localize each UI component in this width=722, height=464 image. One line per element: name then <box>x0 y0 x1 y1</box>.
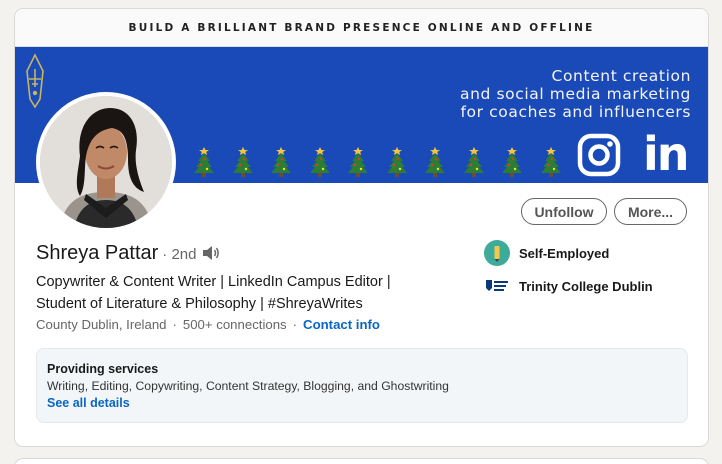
avatar[interactable] <box>36 92 176 232</box>
banner-line-3: for coaches and influencers <box>460 103 691 121</box>
connections-count[interactable]: 500+ connections <box>183 317 287 332</box>
sidebar-item-label: Self-Employed <box>519 245 610 261</box>
christmas-tree-icon <box>194 147 214 177</box>
profile-card: BUILD A BRILLIANT BRAND PRESENCE ONLINE … <box>15 9 708 446</box>
sidebar-item-self-employed[interactable]: Self-Employed <box>484 240 609 266</box>
linkedin-icon: in <box>643 127 689 181</box>
see-all-details-link[interactable]: See all details <box>47 396 677 410</box>
more-button[interactable]: More... <box>614 198 687 225</box>
pen-logo-icon <box>26 53 44 109</box>
connection-degree: · 2nd <box>162 246 197 263</box>
profile-name: Shreya Pattar <box>36 242 159 264</box>
christmas-tree-icon <box>271 147 291 177</box>
sidebar-item-trinity-college[interactable]: Trinity College Dublin <box>484 278 653 294</box>
services-panel: Providing services Writing, Editing, Cop… <box>36 348 688 423</box>
christmas-tree-icon <box>540 147 561 177</box>
christmas-tree-icon <box>232 147 253 177</box>
profile-meta: County Dublin, Ireland · 500+ connections ·… <box>36 317 380 332</box>
name-row: Shreya Pattar · 2nd <box>36 242 220 265</box>
headline-line-2: Student of Literature & Philosophy | #Sh… <box>36 296 363 312</box>
instagram-icon <box>577 133 621 177</box>
christmas-tree-icon <box>348 147 368 177</box>
next-section-card <box>15 459 708 464</box>
trinity-college-logo-icon <box>484 278 510 294</box>
banner-line-1: Content creation <box>551 67 691 85</box>
banner-line-2: and social media marketing <box>460 85 691 103</box>
sidebar-item-label: Trinity College Dublin <box>519 278 653 294</box>
separator-dot: · <box>172 317 177 332</box>
services-list: Writing, Editing, Copywriting, Content S… <box>47 379 449 393</box>
christmas-tree-icon <box>386 147 407 177</box>
unfollow-button[interactable]: Unfollow <box>521 198 607 225</box>
separator-dot: · <box>292 317 298 332</box>
location: County Dublin, Ireland <box>36 317 167 332</box>
avatar-photo <box>40 96 172 228</box>
christmas-tree-icon <box>502 147 522 177</box>
banner-tagline-bar: BUILD A BRILLIANT BRAND PRESENCE ONLINE … <box>15 9 708 47</box>
christmas-tree-icon <box>463 147 484 177</box>
profile-headline: Copywriter & Content Writer | LinkedIn C… <box>36 271 456 315</box>
speaker-icon[interactable] <box>202 245 220 261</box>
contact-info-link[interactable]: Contact info <box>303 317 380 332</box>
self-employed-icon <box>484 240 510 266</box>
services-title: Providing services <box>47 362 159 376</box>
headline-line-1: Copywriter & Content Writer | LinkedIn C… <box>36 274 391 290</box>
banner-tagline: BUILD A BRILLIANT BRAND PRESENCE ONLINE … <box>128 21 595 34</box>
christmas-tree-icon <box>309 147 330 177</box>
christmas-tree-icon <box>425 147 445 177</box>
